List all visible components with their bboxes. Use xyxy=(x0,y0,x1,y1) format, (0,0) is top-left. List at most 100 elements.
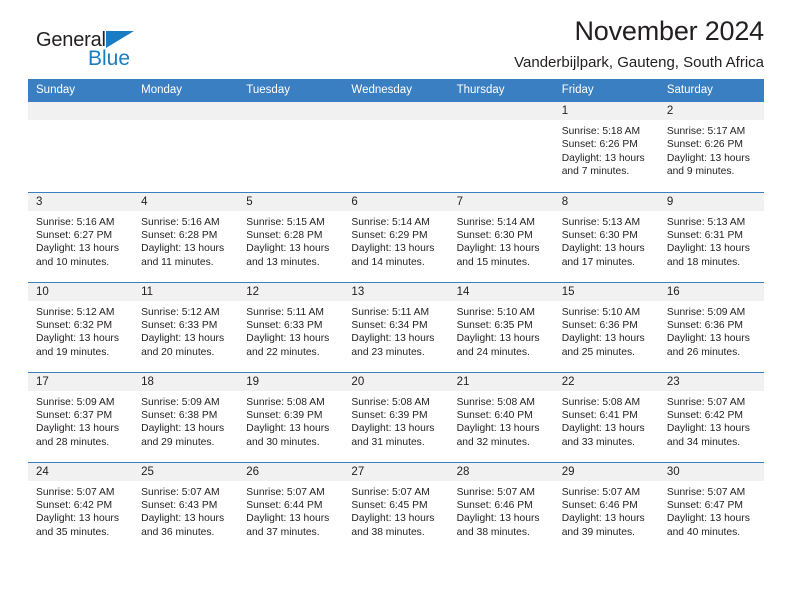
day-number: 17 xyxy=(28,372,134,391)
calendar-day-cell[interactable]: 20 Sunrise: 5:08 AM Sunset: 6:39 PM Dayli… xyxy=(343,371,449,462)
day-number xyxy=(343,102,449,120)
day-sun-info: Sunrise: 5:09 AM Sunset: 6:38 PM Dayligh… xyxy=(141,396,225,448)
weekday-header-thursday: Thursday xyxy=(448,79,554,102)
day-sun-info: Sunrise: 5:07 AM Sunset: 6:45 PM Dayligh… xyxy=(351,486,435,538)
calendar-day-cell[interactable]: 27 Sunrise: 5:07 AM Sunset: 6:45 PM Dayli… xyxy=(343,461,449,553)
day-sun-info: Sunrise: 5:15 AM Sunset: 6:28 PM Dayligh… xyxy=(246,216,330,268)
calendar-day-cell[interactable]: 19 Sunrise: 5:08 AM Sunset: 6:39 PM Dayli… xyxy=(238,371,344,462)
calendar-day-cell-inner: 14 Sunrise: 5:10 AM Sunset: 6:35 PM Dayli… xyxy=(448,282,554,372)
day-number: 20 xyxy=(343,372,449,391)
day-number: 26 xyxy=(238,462,344,481)
calendar-day-cell-inner: 21 Sunrise: 5:08 AM Sunset: 6:40 PM Dayli… xyxy=(448,372,554,462)
calendar-day-cell-inner xyxy=(28,102,134,192)
weekday-header-sunday: Sunday xyxy=(28,79,134,102)
calendar-day-cell-inner: 2 Sunrise: 5:17 AM Sunset: 6:26 PM Daylig… xyxy=(658,102,764,192)
day-sun-info: Sunrise: 5:18 AM Sunset: 6:26 PM Dayligh… xyxy=(561,126,645,178)
day-number: 25 xyxy=(133,462,239,481)
day-number: 21 xyxy=(448,372,554,391)
calendar-day-cell-inner: 11 Sunrise: 5:12 AM Sunset: 6:33 PM Dayli… xyxy=(133,282,239,372)
day-sun-info: Sunrise: 5:07 AM Sunset: 6:47 PM Dayligh… xyxy=(666,486,750,538)
calendar-day-cell[interactable]: 10 Sunrise: 5:12 AM Sunset: 6:32 PM Dayli… xyxy=(28,281,134,372)
calendar-page: General Blue November 2024 Vanderbijlpar… xyxy=(0,0,792,612)
day-number: 23 xyxy=(658,372,764,391)
calendar-day-cell-inner xyxy=(343,102,449,192)
day-sun-info: Sunrise: 5:08 AM Sunset: 6:39 PM Dayligh… xyxy=(246,396,330,448)
calendar-day-cell-inner: 22 Sunrise: 5:08 AM Sunset: 6:41 PM Dayli… xyxy=(553,372,659,462)
day-number xyxy=(448,102,554,120)
calendar-day-cell-inner: 6 Sunrise: 5:14 AM Sunset: 6:29 PM Daylig… xyxy=(343,192,449,282)
day-number: 28 xyxy=(448,462,554,481)
day-sun-info: Sunrise: 5:07 AM Sunset: 6:44 PM Dayligh… xyxy=(246,486,330,538)
calendar-day-cell[interactable]: 6 Sunrise: 5:14 AM Sunset: 6:29 PM Daylig… xyxy=(343,191,449,282)
calendar-day-cell[interactable]: 21 Sunrise: 5:08 AM Sunset: 6:40 PM Dayli… xyxy=(448,371,554,462)
day-number: 2 xyxy=(658,102,764,120)
weekday-header-row: Sunday Monday Tuesday Wednesday Thursday… xyxy=(28,79,764,102)
calendar-day-cell-inner: 20 Sunrise: 5:08 AM Sunset: 6:39 PM Dayli… xyxy=(343,372,449,462)
calendar-day-cell[interactable]: 22 Sunrise: 5:08 AM Sunset: 6:41 PM Dayli… xyxy=(553,371,659,462)
day-number: 12 xyxy=(238,282,344,301)
calendar-day-cell-empty xyxy=(238,102,344,192)
calendar-day-cell-inner: 9 Sunrise: 5:13 AM Sunset: 6:31 PM Daylig… xyxy=(658,192,764,282)
day-number: 6 xyxy=(343,192,449,211)
day-sun-info xyxy=(28,120,133,125)
calendar-day-cell[interactable]: 29 Sunrise: 5:07 AM Sunset: 6:46 PM Dayli… xyxy=(553,461,659,552)
day-sun-info xyxy=(343,120,448,125)
calendar-day-cell[interactable]: 24 Sunrise: 5:07 AM Sunset: 6:42 PM Dayli… xyxy=(28,461,134,552)
calendar-day-cell-empty xyxy=(133,102,239,192)
calendar-day-cell-inner: 15 Sunrise: 5:10 AM Sunset: 6:36 PM Dayli… xyxy=(553,282,659,372)
calendar-day-cell[interactable]: 18 Sunrise: 5:09 AM Sunset: 6:38 PM Dayli… xyxy=(133,371,239,462)
day-sun-info: Sunrise: 5:07 AM Sunset: 6:46 PM Dayligh… xyxy=(456,486,540,538)
calendar-day-cell[interactable]: 13 Sunrise: 5:11 AM Sunset: 6:34 PM Dayli… xyxy=(343,281,449,372)
day-sun-info: Sunrise: 5:07 AM Sunset: 6:42 PM Dayligh… xyxy=(36,486,119,538)
calendar-day-cell[interactable]: 23 Sunrise: 5:07 AM Sunset: 6:42 PM Dayli… xyxy=(658,371,764,462)
calendar-day-cell[interactable]: 15 Sunrise: 5:10 AM Sunset: 6:36 PM Dayli… xyxy=(553,281,659,372)
calendar-day-cell[interactable]: 1 Sunrise: 5:18 AM Sunset: 6:26 PM Daylig… xyxy=(553,102,659,192)
calendar-day-cell[interactable]: 8 Sunrise: 5:13 AM Sunset: 6:30 PM Daylig… xyxy=(553,191,659,282)
calendar-day-cell[interactable]: 4 Sunrise: 5:16 AM Sunset: 6:28 PM Daylig… xyxy=(133,191,239,282)
day-number: 10 xyxy=(28,282,134,301)
calendar-day-cell-inner: 27 Sunrise: 5:07 AM Sunset: 6:45 PM Dayli… xyxy=(343,462,449,553)
page-title: November 2024 xyxy=(574,16,764,46)
calendar-day-cell[interactable]: 11 Sunrise: 5:12 AM Sunset: 6:33 PM Dayli… xyxy=(133,281,239,372)
day-number: 1 xyxy=(553,102,659,120)
logo-triangle-icon xyxy=(106,31,134,48)
calendar-day-cell[interactable]: 14 Sunrise: 5:10 AM Sunset: 6:35 PM Dayli… xyxy=(448,281,554,372)
calendar-day-cell-inner: 4 Sunrise: 5:16 AM Sunset: 6:28 PM Daylig… xyxy=(133,192,239,282)
day-sun-info: Sunrise: 5:16 AM Sunset: 6:28 PM Dayligh… xyxy=(141,216,225,268)
calendar-day-cell[interactable]: 25 Sunrise: 5:07 AM Sunset: 6:43 PM Dayli… xyxy=(133,461,239,552)
day-sun-info: Sunrise: 5:10 AM Sunset: 6:36 PM Dayligh… xyxy=(561,306,645,358)
calendar-week-row: 17 Sunrise: 5:09 AM Sunset: 6:37 PM Dayli… xyxy=(28,371,764,462)
day-sun-info: Sunrise: 5:16 AM Sunset: 6:27 PM Dayligh… xyxy=(36,216,119,268)
weekday-header-monday: Monday xyxy=(133,79,239,102)
day-number: 8 xyxy=(553,192,659,211)
calendar-day-cell[interactable]: 26 Sunrise: 5:07 AM Sunset: 6:44 PM Dayli… xyxy=(238,461,344,552)
calendar-day-cell[interactable]: 7 Sunrise: 5:14 AM Sunset: 6:30 PM Daylig… xyxy=(448,191,554,282)
day-sun-info: Sunrise: 5:17 AM Sunset: 6:26 PM Dayligh… xyxy=(666,126,750,178)
day-number: 9 xyxy=(658,192,764,211)
calendar-day-cell[interactable]: 2 Sunrise: 5:17 AM Sunset: 6:26 PM Daylig… xyxy=(658,102,764,192)
calendar-day-cell[interactable]: 17 Sunrise: 5:09 AM Sunset: 6:37 PM Dayli… xyxy=(28,371,134,462)
calendar-day-cell[interactable]: 28 Sunrise: 5:07 AM Sunset: 6:46 PM Dayli… xyxy=(448,461,554,552)
day-number: 14 xyxy=(448,282,554,301)
calendar-day-cell[interactable]: 3 Sunrise: 5:16 AM Sunset: 6:27 PM Daylig… xyxy=(28,191,134,282)
calendar-body: 1 Sunrise: 5:18 AM Sunset: 6:26 PM Daylig… xyxy=(28,102,764,552)
calendar-day-cell-empty xyxy=(28,102,134,192)
day-sun-info: Sunrise: 5:12 AM Sunset: 6:32 PM Dayligh… xyxy=(36,306,119,358)
calendar-day-cell[interactable]: 12 Sunrise: 5:11 AM Sunset: 6:33 PM Dayli… xyxy=(238,281,344,372)
day-sun-info: Sunrise: 5:08 AM Sunset: 6:39 PM Dayligh… xyxy=(351,396,435,448)
day-sun-info xyxy=(133,120,238,125)
calendar-day-cell[interactable]: 30 Sunrise: 5:07 AM Sunset: 6:47 PM Dayli… xyxy=(658,461,764,552)
calendar-day-cell-inner: 3 Sunrise: 5:16 AM Sunset: 6:27 PM Daylig… xyxy=(28,192,134,282)
day-sun-info: Sunrise: 5:08 AM Sunset: 6:40 PM Dayligh… xyxy=(456,396,540,448)
calendar-day-cell[interactable]: 9 Sunrise: 5:13 AM Sunset: 6:31 PM Daylig… xyxy=(658,191,764,282)
day-sun-info: Sunrise: 5:11 AM Sunset: 6:34 PM Dayligh… xyxy=(351,306,435,358)
day-sun-info: Sunrise: 5:07 AM Sunset: 6:42 PM Dayligh… xyxy=(666,396,750,448)
calendar-day-cell-inner xyxy=(133,102,239,192)
day-sun-info: Sunrise: 5:13 AM Sunset: 6:30 PM Dayligh… xyxy=(561,216,645,268)
day-sun-info xyxy=(449,120,554,125)
calendar-day-cell[interactable]: 5 Sunrise: 5:15 AM Sunset: 6:28 PM Daylig… xyxy=(238,191,344,282)
calendar-day-cell[interactable]: 16 Sunrise: 5:09 AM Sunset: 6:36 PM Dayli… xyxy=(658,281,764,372)
day-number: 5 xyxy=(238,192,344,211)
title-block: November 2024 Vanderbijlpark, Gauteng, S… xyxy=(514,8,764,72)
calendar-day-cell-inner: 5 Sunrise: 5:15 AM Sunset: 6:28 PM Daylig… xyxy=(238,192,344,282)
